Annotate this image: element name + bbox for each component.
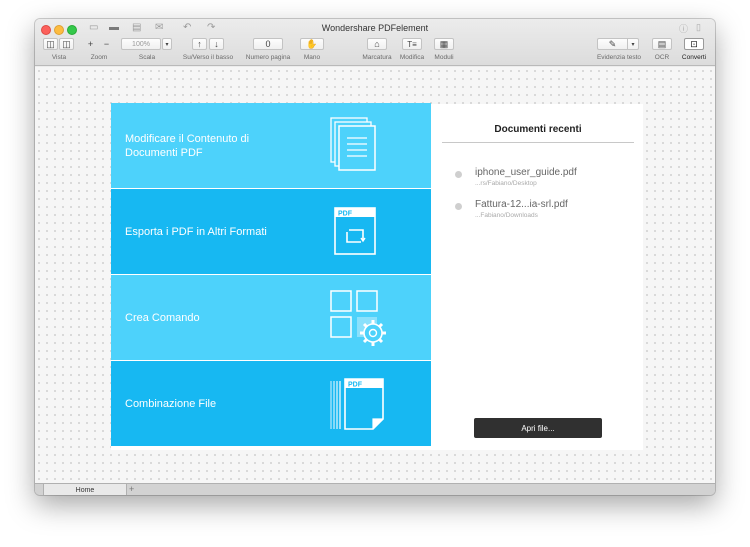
mano-label: Mano — [303, 54, 321, 61]
converti-label: Converti — [681, 54, 707, 61]
evidenzia-label: Evidenzia testo — [596, 54, 642, 61]
toolbar: ▭ ▬ ▤ ✉ ↶ ↷ Wondershare PDFelement ⓘ ▯ ◫… — [35, 19, 715, 66]
recent-documents-title: Documenti recenti — [494, 124, 582, 135]
tile-export-pdf-label: Esporta i PDF in Altri Formati — [125, 225, 267, 238]
single-page-view-button[interactable]: ◫ — [43, 38, 58, 50]
page-down-button[interactable]: ↓ — [209, 38, 224, 50]
add-tab-icon[interactable]: + — [129, 484, 134, 495]
open-file-button[interactable]: Apri file... — [474, 418, 602, 438]
two-page-view-button[interactable]: ◫ — [59, 38, 74, 50]
su-verso-label: Su/Verso il basso — [182, 54, 234, 61]
tile-edit-content-label: Modificare il Contenuto di Documenti PDF — [125, 132, 275, 160]
ocr-icon[interactable]: ▤ — [652, 38, 672, 50]
highlight-text-icon[interactable]: ✎ — [597, 38, 627, 50]
recent-file-path: ...Fabiano/Downloads — [475, 212, 538, 219]
info-icon[interactable]: ⓘ — [679, 22, 688, 35]
recent-file-path: ...rs/Fabiano/Desktop — [475, 180, 537, 187]
scala-label: Scala — [138, 54, 156, 61]
tab-bar: Home + — [35, 483, 715, 495]
highlight-dropdown-icon[interactable]: ▾ — [627, 38, 639, 50]
modifica-label: Modifica — [399, 54, 425, 61]
recent-file-dot-icon — [455, 203, 462, 210]
tab-home[interactable]: Home — [43, 484, 127, 495]
tile-create-command-label: Crea Comando — [125, 311, 200, 324]
pdf-convert-icon-text: PDF — [338, 210, 353, 217]
hand-tool-icon[interactable]: ✋ — [300, 38, 324, 50]
tile-combine-files-label: Combinazione File — [125, 397, 217, 410]
markup-icon[interactable]: ⌂ — [367, 38, 387, 50]
zoom-out-button[interactable]: − — [99, 38, 114, 50]
tile-combine-files[interactable]: Combinazione File PDF — [111, 361, 431, 446]
moduli-label: Moduli — [434, 54, 454, 61]
recent-file-dot-icon — [455, 171, 462, 178]
marcatura-label: Marcatura — [362, 54, 392, 61]
pdf-convert-icon: PDF — [334, 206, 376, 255]
zoom-field[interactable]: 100% — [121, 38, 161, 50]
document-pages-icon — [330, 116, 376, 171]
grid-gear-icon — [330, 289, 386, 346]
recent-file-name: Fattura-12...ia-srl.pdf — [475, 199, 568, 210]
ocr-label: OCR — [654, 54, 670, 61]
page-number-field[interactable]: 0 — [253, 38, 283, 50]
pdf-combine-icon-text: PDF — [348, 381, 363, 388]
tile-edit-content-line2: Documenti PDF — [125, 146, 203, 159]
app-window: ▭ ▬ ▤ ✉ ↶ ↷ Wondershare PDFelement ⓘ ▯ ◫… — [35, 19, 715, 495]
zoom-label: Zoom — [90, 54, 108, 61]
tile-edit-content[interactable]: Modificare il Contenuto di Documenti PDF — [111, 103, 431, 188]
tile-create-command[interactable]: Crea Comando — [111, 275, 431, 360]
edit-text-icon[interactable]: T≡ — [402, 38, 422, 50]
pdf-combine-icon: PDF — [330, 377, 384, 430]
device-icon[interactable]: ▯ — [696, 22, 701, 33]
vista-label: Vista — [51, 54, 67, 61]
zoom-dropdown-icon[interactable]: ▾ — [162, 38, 172, 50]
forms-icon[interactable]: ▦ — [434, 38, 454, 50]
recent-file-name: iphone_user_guide.pdf — [475, 167, 577, 178]
home-canvas: Modificare il Contenuto di Documenti PDF… — [35, 67, 715, 483]
convert-icon[interactable]: ⊡ — [684, 38, 704, 50]
window-title: Wondershare PDFelement — [321, 23, 429, 33]
tile-export-pdf[interactable]: Esporta i PDF in Altri Formati PDF — [111, 189, 431, 274]
page-up-button[interactable]: ↑ — [192, 38, 207, 50]
numero-pagina-label: Numero pagina — [245, 54, 291, 61]
zoom-in-button[interactable]: + — [83, 38, 98, 50]
recent-divider — [442, 142, 634, 143]
tile-edit-content-line1: Modificare il Contenuto di — [125, 132, 250, 145]
